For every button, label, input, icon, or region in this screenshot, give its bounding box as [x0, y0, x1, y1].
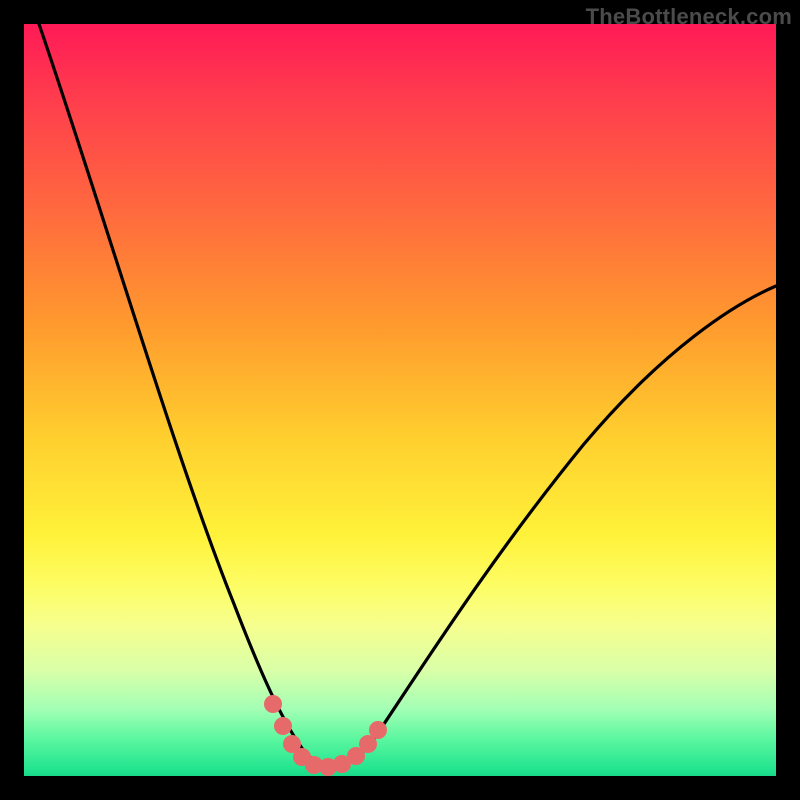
bottleneck-curve-svg [24, 24, 776, 776]
bottleneck-curve [39, 24, 776, 766]
highlight-points [264, 695, 387, 776]
watermark-text: TheBottleneck.com [586, 4, 792, 30]
plot-area [24, 24, 776, 776]
